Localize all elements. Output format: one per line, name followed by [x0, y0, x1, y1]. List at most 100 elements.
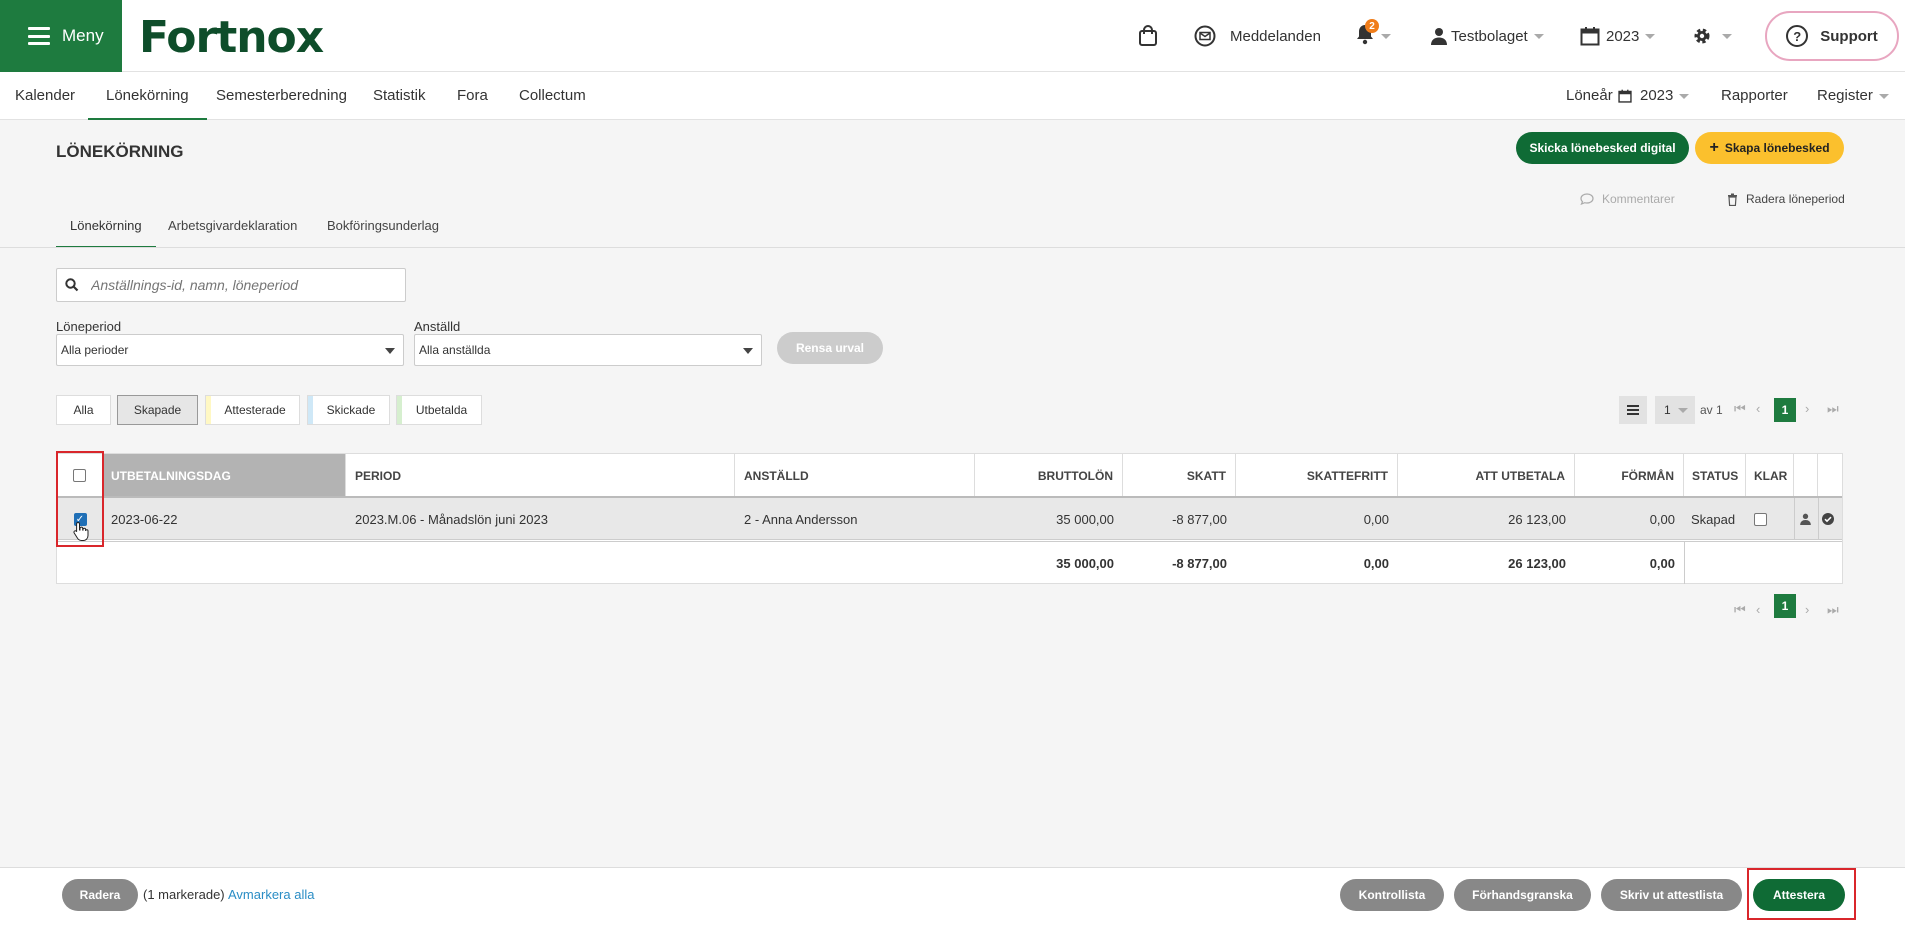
header-benefit[interactable]: FÖRMÅN — [1575, 454, 1684, 497]
print-attest-list-button[interactable]: Skriv ut attestlista — [1601, 879, 1742, 911]
comment-icon — [1580, 193, 1594, 205]
nav-collectum[interactable]: Collectum — [519, 72, 586, 120]
employee-value: Alla anställda — [419, 343, 491, 357]
envelope-circle-icon — [1194, 25, 1216, 47]
checklist-button[interactable]: Kontrollista — [1340, 879, 1444, 911]
company-dropdown[interactable]: Testbolaget — [1431, 0, 1544, 72]
year-dropdown[interactable]: 2023 — [1580, 0, 1656, 72]
settings-dropdown[interactable] — [1692, 0, 1732, 72]
filter-skickade[interactable]: Skickade — [307, 395, 390, 425]
user-icon[interactable] — [1800, 513, 1811, 525]
highlight-box — [56, 451, 104, 547]
cell-done — [1754, 498, 1767, 540]
next-page-icon[interactable]: › — [1805, 401, 1809, 416]
chevron-down-icon — [1381, 33, 1391, 39]
search-input[interactable] — [91, 277, 381, 293]
page-select[interactable]: 1 — [1655, 396, 1695, 424]
preview-button[interactable]: Förhandsgranska — [1454, 879, 1591, 911]
create-payslip-button[interactable]: + Skapa lönebesked — [1695, 132, 1844, 164]
header-status[interactable]: STATUS — [1684, 454, 1746, 497]
cell-employee: 2 - Anna Andersson — [744, 511, 858, 527]
support-button[interactable]: ? Support — [1765, 11, 1899, 61]
cell-to-pay: 26 123,00 — [1508, 511, 1566, 527]
comments-label: Kommentarer — [1602, 192, 1675, 206]
next-page-icon[interactable]: › — [1805, 602, 1809, 617]
filter-skapade-label: Skapade — [133, 403, 182, 417]
header-done[interactable]: KLAR — [1746, 454, 1794, 497]
fortnox-logo[interactable]: Fortnox — [139, 12, 324, 63]
cell-gross-salary: 35 000,00 — [1056, 511, 1114, 527]
plus-icon: + — [1709, 139, 1719, 156]
header-period[interactable]: PERIOD — [346, 454, 735, 497]
delete-button[interactable]: Radera — [62, 879, 138, 911]
shop-button[interactable] — [1138, 0, 1158, 72]
search-box[interactable] — [56, 268, 406, 302]
tab-bokforingsunderlag[interactable]: Bokföringsunderlag — [327, 218, 439, 248]
chevron-down-icon — [743, 348, 753, 354]
deselect-all-link[interactable]: Avmarkera alla — [228, 887, 314, 902]
messages-button[interactable]: Meddelanden — [1194, 0, 1321, 72]
first-page-icon[interactable]: ⏮ — [1734, 602, 1746, 618]
salary-year-dropdown[interactable]: 2023 — [1618, 72, 1690, 120]
menu-label: Meny — [62, 26, 104, 45]
chevron-down-icon — [385, 348, 395, 354]
page-select-value: 1 — [1664, 403, 1671, 417]
first-page-icon[interactable]: ⏮ — [1734, 401, 1746, 417]
prev-page-icon[interactable]: ‹ — [1756, 401, 1760, 416]
header-gross-salary[interactable]: BRUTTOLÖN — [975, 454, 1123, 497]
nav-kalender[interactable]: Kalender — [15, 72, 75, 120]
list-icon — [1627, 405, 1639, 415]
header-tax-free[interactable]: SKATTEFRITT — [1236, 454, 1398, 497]
notifications-button[interactable]: 2 — [1355, 0, 1391, 72]
last-page-icon[interactable]: ⏭ — [1827, 602, 1839, 618]
header-spacer — [1794, 454, 1818, 497]
check-circle-icon[interactable] — [1822, 513, 1834, 525]
nav-rapporter[interactable]: Rapporter — [1721, 72, 1788, 120]
header-tax[interactable]: SKATT — [1123, 454, 1236, 497]
support-label: Support — [1820, 27, 1878, 45]
employee-select[interactable]: Alla anställda — [414, 334, 762, 366]
comments-button[interactable]: Kommentarer — [1580, 192, 1675, 206]
current-page-button[interactable]: 1 — [1774, 398, 1796, 422]
delete-period-label: Radera löneperiod — [1746, 192, 1845, 206]
nav-statistik[interactable]: Statistik — [373, 72, 426, 120]
total-benefit: 0,00 — [1649, 555, 1675, 571]
current-page-button[interactable]: 1 — [1774, 594, 1796, 618]
register-label: Register — [1817, 87, 1873, 104]
page-of-label: av 1 — [1700, 403, 1723, 417]
create-payslip-label: Skapa lönebesked — [1724, 141, 1830, 155]
done-checkbox[interactable] — [1754, 512, 1767, 526]
list-view-button[interactable] — [1619, 396, 1647, 424]
nav-semesterberedning[interactable]: Semesterberedning — [216, 72, 347, 120]
filter-alla-label: Alla — [73, 403, 94, 417]
header-payment-date[interactable]: UTBETALNINGSDAG — [103, 454, 346, 497]
nav-lonekorning[interactable]: Lönekörning — [88, 72, 207, 120]
delete-period-button[interactable]: Radera löneperiod — [1727, 192, 1845, 206]
header-to-pay[interactable]: ATT UTBETALA — [1398, 454, 1575, 497]
messages-label: Meddelanden — [1230, 27, 1321, 45]
clear-selection-button[interactable]: Rensa urval — [777, 332, 883, 364]
filter-utbetalda[interactable]: Utbetalda — [396, 395, 482, 425]
cell-tax: -8 877,00 — [1172, 511, 1227, 527]
selected-count: (1 markerade) — [143, 887, 225, 902]
tab-arbetsgivardeklaration[interactable]: Arbetsgivardeklaration — [168, 218, 297, 248]
filter-skapade[interactable]: Skapade — [117, 395, 198, 425]
header-employee[interactable]: ANSTÄLLD — [735, 454, 975, 497]
nav-fora[interactable]: Fora — [457, 72, 488, 120]
nav-register-dropdown[interactable]: Register — [1817, 72, 1889, 120]
menu-button[interactable]: Meny — [0, 0, 122, 72]
filter-skickade-label: Skickade — [326, 403, 376, 417]
filter-alla[interactable]: Alla — [56, 395, 111, 425]
period-select[interactable]: Alla perioder — [56, 334, 404, 366]
chevron-down-icon — [1533, 33, 1544, 39]
prev-page-icon[interactable]: ‹ — [1756, 602, 1760, 617]
total-tax-free: 0,00 — [1363, 555, 1389, 571]
tab-lonekorning[interactable]: Lönekörning — [56, 218, 156, 248]
send-digital-button[interactable]: Skicka lönebesked digital — [1516, 132, 1689, 164]
chevron-down-icon — [1722, 33, 1732, 39]
filter-attesterade[interactable]: Attesterade — [205, 395, 300, 425]
last-page-icon[interactable]: ⏭ — [1827, 401, 1839, 417]
tab-divider — [0, 247, 1905, 248]
gear-icon — [1694, 28, 1710, 44]
user-icon — [1431, 28, 1447, 45]
